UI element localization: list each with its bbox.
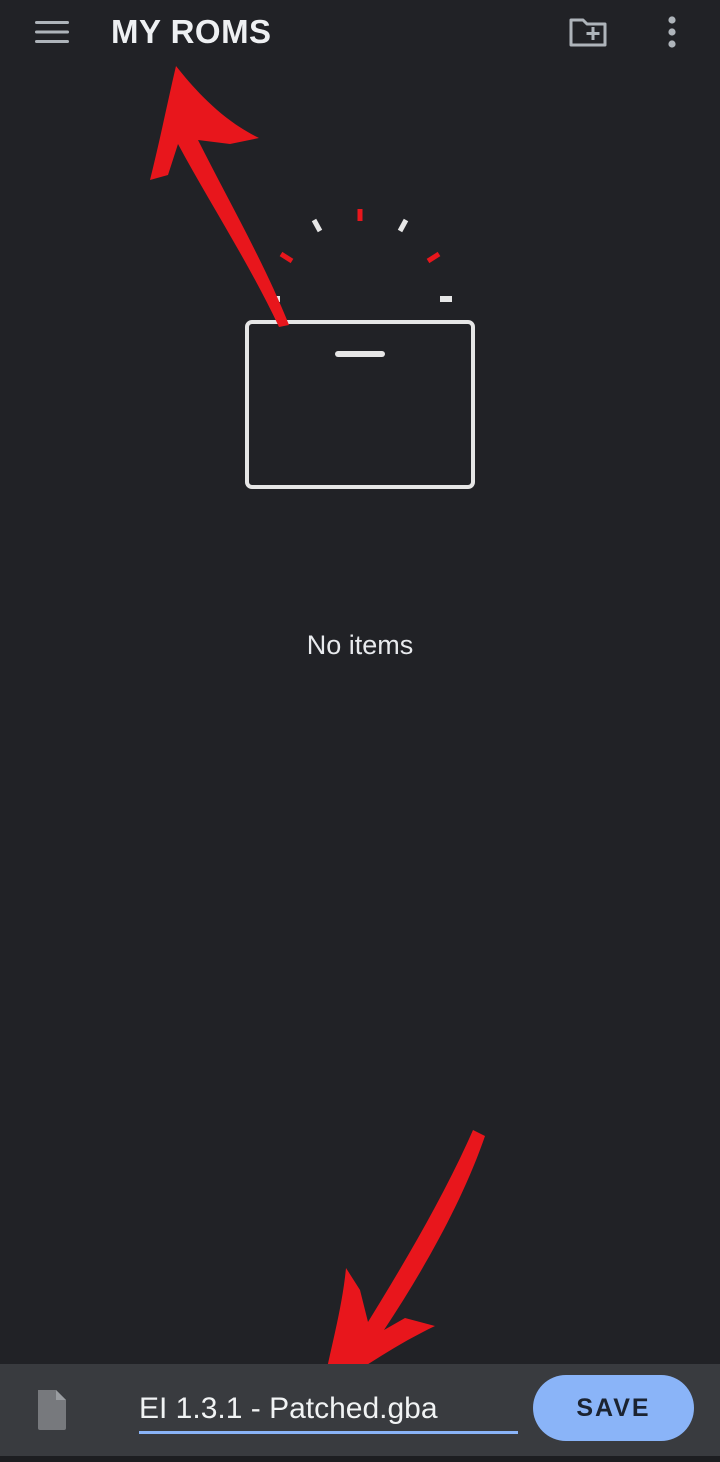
overflow-menu-button[interactable] [650,8,694,56]
annotation-arrow-down [322,1130,485,1393]
file-icon [38,1390,66,1430]
empty-state-message: No items [306,630,414,660]
page-title: MY ROMS [111,13,272,50]
save-button[interactable]: SAVE [533,1375,694,1441]
menu-button[interactable] [26,10,78,54]
filename-input[interactable] [139,1386,518,1434]
save-bar: SAVE [0,1364,720,1456]
create-folder-icon [569,18,607,47]
new-folder-button[interactable] [562,8,614,56]
navigation-bar [0,1456,720,1462]
empty-folder-illustration [245,209,475,489]
file-picker-screen: MY ROMS No items EI 1.3.1 - Patched.gba … [0,0,720,1462]
hamburger-menu-icon [35,21,69,43]
more-vert-icon [668,16,676,48]
app-bar: MY ROMS [0,0,720,64]
